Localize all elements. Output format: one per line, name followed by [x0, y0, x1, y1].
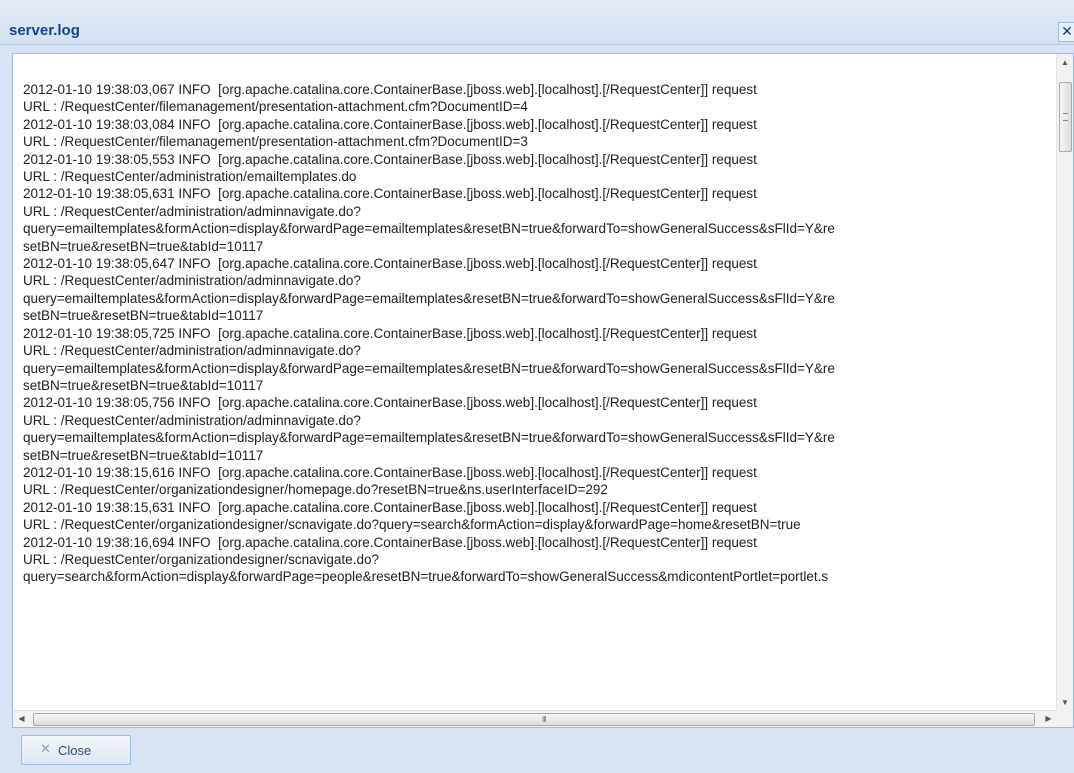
log-line: URL : /RequestCenter/organizationdesigne…	[23, 517, 801, 533]
log-line: query=search&formAction=display&forwardP…	[23, 569, 829, 585]
scroll-right-icon[interactable]: ▶	[1040, 711, 1057, 727]
scroll-down-icon[interactable]: ▼	[1057, 694, 1073, 711]
log-line: URL : /RequestCenter/filemanagement/pres…	[23, 134, 528, 150]
log-line: 2012-01-10 19:38:05,631 INFO [org.apache…	[23, 186, 757, 202]
log-line: URL : /RequestCenter/administration/emai…	[23, 169, 357, 185]
log-content: 2012-01-10 19:38:03,067 INFO [org.apache…	[23, 81, 1057, 586]
dialog-footer: ✕ Close	[0, 728, 1074, 773]
log-line: query=emailtemplates&formAction=display&…	[23, 221, 835, 237]
server-log-dialog: server.log ✕ 2012-01-10 19:38:03,067 INF…	[0, 0, 1074, 773]
close-icon[interactable]: ✕	[1058, 22, 1074, 42]
scroll-up-icon[interactable]: ▲	[1057, 54, 1073, 71]
scrollbar-corner	[1056, 710, 1073, 727]
log-line: setBN=true&resetBN=true&tabId=10117	[23, 238, 264, 254]
log-line: query=emailtemplates&formAction=display&…	[23, 290, 835, 306]
dialog-titlebar: server.log ✕	[0, 0, 1074, 45]
log-line: 2012-01-10 19:38:15,631 INFO [org.apache…	[23, 499, 757, 515]
vertical-scroll-thumb[interactable]	[1059, 82, 1072, 152]
log-line: 2012-01-10 19:38:05,553 INFO [org.apache…	[23, 151, 757, 167]
grip-icon: III	[542, 715, 547, 724]
horizontal-scroll-thumb[interactable]: III	[33, 713, 1035, 726]
vertical-scrollbar[interactable]: ▲ ▼	[1056, 54, 1073, 711]
horizontal-scrollbar[interactable]: ◀ III ▶	[13, 710, 1057, 727]
log-line: query=emailtemplates&formAction=display&…	[23, 360, 835, 376]
grip-icon	[1063, 113, 1068, 121]
log-panel: 2012-01-10 19:38:03,067 INFO [org.apache…	[12, 53, 1074, 728]
scroll-left-icon[interactable]: ◀	[13, 711, 30, 727]
log-line: setBN=true&resetBN=true&tabId=10117	[23, 447, 264, 463]
close-button[interactable]: ✕ Close	[21, 735, 131, 765]
log-line: 2012-01-10 19:38:15,616 INFO [org.apache…	[23, 464, 757, 480]
log-line: URL : /RequestCenter/administration/admi…	[23, 273, 361, 289]
dialog-title: server.log	[9, 22, 80, 39]
log-line: setBN=true&resetBN=true&tabId=10117	[23, 308, 264, 324]
log-line: 2012-01-10 19:38:03,084 INFO [org.apache…	[23, 116, 757, 132]
log-line: query=emailtemplates&formAction=display&…	[23, 430, 835, 446]
log-line: URL : /RequestCenter/organizationdesigne…	[23, 482, 608, 498]
log-line: 2012-01-10 19:38:16,694 INFO [org.apache…	[23, 534, 757, 550]
log-line: URL : /RequestCenter/administration/admi…	[23, 203, 361, 219]
log-viewport[interactable]: 2012-01-10 19:38:03,067 INFO [org.apache…	[13, 54, 1057, 711]
log-line: 2012-01-10 19:38:05,647 INFO [org.apache…	[23, 256, 757, 272]
close-x-icon: ✕	[40, 741, 51, 756]
log-line: 2012-01-10 19:38:03,067 INFO [org.apache…	[23, 82, 757, 97]
log-line: URL : /RequestCenter/organizationdesigne…	[23, 551, 379, 567]
close-button-label: Close	[58, 743, 92, 758]
log-line: setBN=true&resetBN=true&tabId=10117	[23, 377, 264, 393]
log-line: 2012-01-10 19:38:05,725 INFO [org.apache…	[23, 325, 757, 341]
log-line: URL : /RequestCenter/filemanagement/pres…	[23, 99, 528, 115]
log-line: URL : /RequestCenter/administration/admi…	[23, 343, 361, 359]
log-line: 2012-01-10 19:38:05,756 INFO [org.apache…	[23, 395, 757, 411]
log-line: URL : /RequestCenter/administration/admi…	[23, 412, 361, 428]
